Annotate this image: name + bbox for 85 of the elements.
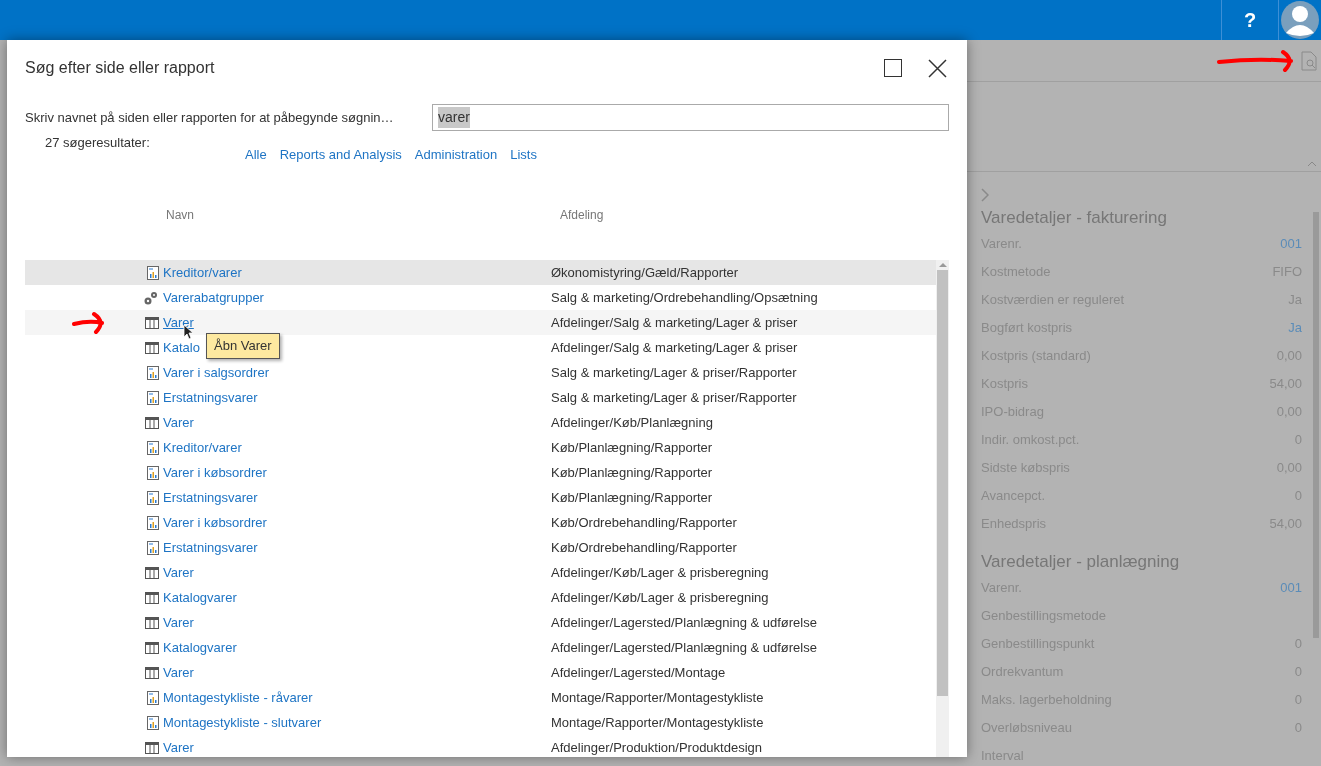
result-department: Afdelinger/Lagersted/Planlægning & udførelse: [551, 613, 817, 632]
result-department: Afdelinger/Salg & marketing/Lager & priser: [551, 338, 798, 357]
result-department: Salg & marketing/Lager & priser/Rapporter: [551, 363, 797, 382]
result-name[interactable]: Varer: [163, 612, 194, 633]
section-heading: Varedetaljer - planlægning: [981, 551, 1181, 573]
report-icon: [147, 515, 159, 530]
table-icon: [145, 616, 159, 629]
scrollbar[interactable]: [936, 260, 949, 757]
report-icon: [147, 540, 159, 555]
report-icon: [147, 265, 159, 280]
scroll-up-icon[interactable]: [938, 260, 947, 270]
help-button[interactable]: ?: [1221, 0, 1278, 40]
result-name[interactable]: Varer: [163, 662, 194, 683]
result-department: Køb/Ordrebehandling/Rapporter: [551, 538, 737, 557]
tooltip: Åbn Varer: [206, 333, 280, 359]
result-department: Montage/Rapporter/Montagestykliste: [551, 713, 764, 732]
result-department: Afdelinger/Salg & marketing/Lager & priser: [551, 313, 798, 332]
result-department: Afdelinger/Produktion/Produktdesign: [551, 738, 763, 757]
dialog-title: Søg efter side eller rapport: [25, 58, 215, 78]
result-department: Afdelinger/Lagersted/Planlægning & udførelse: [551, 638, 817, 657]
result-department: Afdelinger/Køb/Lager & prisberegning: [551, 588, 769, 607]
result-name[interactable]: Erstatningsvarer: [163, 387, 258, 408]
chevron-right-icon[interactable]: [981, 188, 989, 202]
table-icon: [145, 666, 159, 679]
report-icon: [147, 690, 159, 705]
column-header[interactable]: Navn: [166, 206, 560, 224]
report-icon: [147, 490, 159, 505]
result-name[interactable]: Varer: [163, 312, 194, 333]
result-name[interactable]: Katalogvarer: [163, 587, 237, 608]
table-icon: [145, 591, 159, 604]
result-department: Salg & marketing/Lager & priser/Rapporter: [551, 388, 797, 407]
gears-icon: [143, 289, 159, 306]
table-icon: [145, 416, 159, 429]
result-name[interactable]: Erstatningsvarer: [163, 537, 258, 558]
prompt-text: Skriv navnet på siden eller rapporten for at påbegynde søgnin…: [25, 108, 395, 127]
close-icon[interactable]: [928, 58, 947, 78]
filter-link[interactable]: Reports and Analysis: [279, 145, 402, 167]
result-name[interactable]: Kreditor/varer: [163, 437, 242, 458]
result-name[interactable]: Katalogvarer: [163, 637, 237, 658]
result-row[interactable]: Kreditor/varer Økonomistyring/Gæld/Rapporter: [25, 260, 936, 285]
scrollbar[interactable]: [1313, 212, 1319, 638]
table-icon: [145, 641, 159, 654]
chevron-up-icon[interactable]: [1307, 161, 1317, 167]
result-name[interactable]: Katalo: [163, 337, 200, 358]
result-name[interactable]: Varer i købsordrer: [163, 462, 267, 483]
result-name[interactable]: Varer i købsordrer: [163, 512, 267, 533]
report-icon: [147, 440, 159, 455]
result-name[interactable]: Erstatningsvarer: [163, 487, 258, 508]
maximize-icon[interactable]: [884, 59, 902, 77]
filter-link[interactable]: Alle: [245, 145, 267, 167]
result-name[interactable]: Varerabatgrupper: [163, 287, 264, 308]
result-department: Afdelinger/Køb/Lager & prisberegning: [551, 563, 769, 582]
report-icon: [147, 365, 159, 380]
result-row[interactable]: Varer Afdelinger/Salg & marketing/Lager & priser: [25, 310, 936, 335]
result-count: 27 søgeresultater:: [45, 134, 151, 152]
result-department: Køb/Ordrebehandling/Rapporter: [551, 513, 737, 532]
result-name[interactable]: Varer: [163, 562, 194, 583]
result-department: Køb/Planlægning/Rapporter: [551, 463, 713, 482]
filter-link[interactable]: Administration: [414, 145, 498, 167]
section-heading: Varedetaljer - fakturering: [981, 207, 1168, 229]
result-name[interactable]: Montagestykliste - råvarer: [163, 687, 313, 708]
result-department: Køb/Planlægning/Rapporter: [551, 488, 713, 507]
table-icon: [145, 566, 159, 579]
search-page-icon[interactable]: [1301, 50, 1317, 71]
search-field[interactable]: varer: [432, 104, 949, 131]
result-department: Salg & marketing/Ordrebehandling/Opsætning: [551, 288, 818, 307]
table-icon: [145, 741, 159, 754]
result-department: Økonomistyring/Gæld/Rapporter: [551, 263, 739, 282]
table-icon: [145, 316, 159, 329]
avatar-icon[interactable]: [1280, 1, 1320, 39]
result-name[interactable]: Montagestykliste - slutvarer: [163, 712, 322, 733]
result-department: Køb/Planlægning/Rapporter: [551, 438, 713, 457]
column-header[interactable]: Afdeling: [560, 206, 604, 224]
report-icon: [147, 715, 159, 730]
result-department: Montage/Rapporter/Montagestykliste: [551, 688, 764, 707]
result-department: Afdelinger/Lagersted/Montage: [551, 663, 726, 682]
table-icon: [145, 341, 159, 354]
result-name[interactable]: Kreditor/varer: [163, 262, 242, 283]
result-department: Afdelinger/Køb/Planlægning: [551, 413, 713, 432]
report-icon: [147, 390, 159, 405]
result-name[interactable]: Varer i salgsordrer: [163, 362, 269, 383]
result-name[interactable]: Varer: [163, 412, 194, 433]
report-icon: [147, 465, 159, 480]
filter-link[interactable]: Lists: [510, 145, 537, 167]
result-name[interactable]: Varer: [163, 737, 194, 757]
